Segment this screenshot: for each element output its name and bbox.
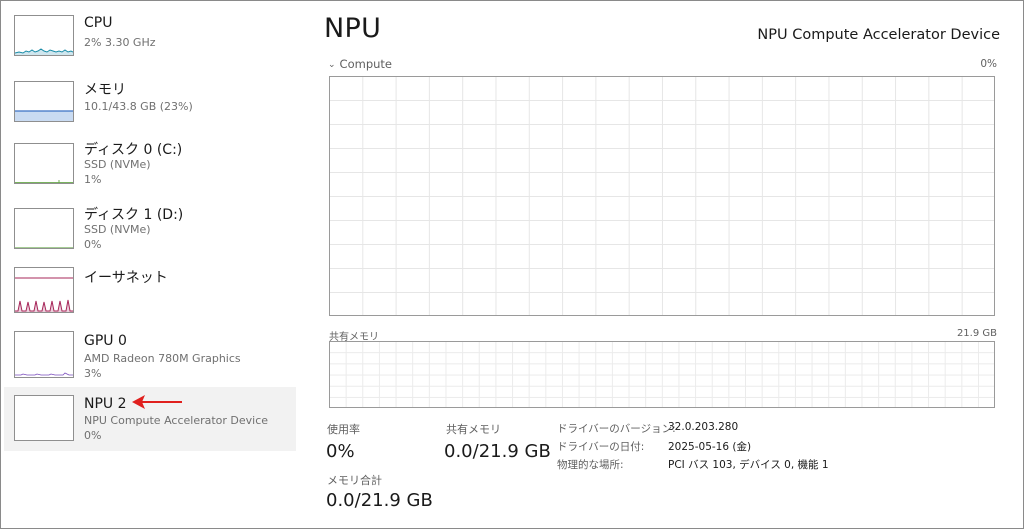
- sidebar-item-sub: SSD (NVMe): [84, 158, 151, 171]
- compute-label: Compute: [339, 57, 392, 71]
- sidebar-item-sub: 10.1/43.8 GB (23%): [84, 100, 193, 113]
- sidebar-item-gpu-0[interactable]: GPU 0 AMD Radeon 780M Graphics 3%: [4, 324, 296, 388]
- sidebar-item-title: ディスク 0 (C:): [84, 142, 183, 158]
- utilization-value: 0%: [326, 441, 355, 462]
- driver-version-value: 32.0.203.280: [668, 421, 739, 433]
- memory-graph-fill: [15, 111, 73, 121]
- sidebar-item-title: イーサネット: [84, 270, 168, 286]
- shared-memory-graph-max: 21.9 GB: [956, 328, 997, 339]
- total-memory-label: メモリ合計: [327, 474, 382, 487]
- sidebar-item-disk-0[interactable]: ディスク 0 (C:) SSD (NVMe) 1%: [4, 132, 296, 196]
- compute-usage-graph: [329, 76, 995, 316]
- physical-location-key: 物理的な場所:: [557, 459, 624, 471]
- sidebar-item-sub: 2% 3.30 GHz: [84, 36, 156, 49]
- physical-location-value: PCI バス 103, デバイス 0, 機能 1: [668, 459, 829, 471]
- sidebar-item-title: ディスク 1 (D:): [84, 207, 184, 223]
- disk-1-mini-graph: [14, 208, 74, 249]
- npu-2-mini-graph: [14, 395, 74, 441]
- driver-date-key: ドライバーの日付:: [557, 441, 645, 453]
- sidebar-item-sub: NPU Compute Accelerator Device: [84, 414, 269, 427]
- disk-0-mini-graph: [14, 143, 74, 184]
- sidebar-item-disk-1[interactable]: ディスク 1 (D:) SSD (NVMe) 0%: [4, 197, 296, 261]
- driver-version-key: ドライバーのバージョン:: [557, 423, 676, 435]
- sidebar-item-memory[interactable]: メモリ 10.1/43.8 GB (23%): [4, 70, 296, 134]
- shared-memory-value: 0.0/21.9 GB: [444, 441, 551, 462]
- sidebar-item-sub: 0%: [84, 238, 102, 251]
- compute-engine-selector[interactable]: ⌄ Compute: [328, 57, 392, 71]
- total-memory-value: 0.0/21.9 GB: [326, 490, 433, 511]
- compute-max-percent: 0%: [980, 58, 997, 70]
- ethernet-mini-graph: [14, 267, 74, 313]
- device-name: NPU Compute Accelerator Device: [757, 27, 1000, 43]
- sidebar-item-sub: 3%: [84, 367, 102, 380]
- sidebar-item-sub: 1%: [84, 173, 102, 186]
- sidebar-item-cpu[interactable]: CPU 2% 3.30 GHz: [4, 4, 296, 68]
- annotation-arrow-icon: [132, 393, 184, 415]
- memory-mini-graph: [14, 81, 74, 122]
- sidebar-item-title: NPU 2: [84, 396, 127, 412]
- page-title: NPU: [324, 13, 382, 44]
- sidebar-item-ethernet[interactable]: イーサネット: [4, 262, 296, 326]
- sidebar-item-sub: SSD (NVMe): [84, 223, 151, 236]
- sidebar-item-title: メモリ: [84, 82, 126, 98]
- sidebar-item-title: GPU 0: [84, 333, 127, 349]
- sidebar-item-sub: AMD Radeon 780M Graphics: [84, 352, 241, 365]
- sidebar-item-sub: 0%: [84, 429, 102, 442]
- chevron-down-icon: ⌄: [328, 60, 336, 70]
- sidebar: CPU 2% 3.30 GHz メモリ 10.1/43.8 GB (23%) デ…: [4, 4, 296, 524]
- ethernet-graph-fill: [15, 300, 73, 312]
- shared-memory-graph: [329, 341, 995, 408]
- cpu-mini-graph: [14, 15, 74, 56]
- utilization-label: 使用率: [327, 423, 360, 436]
- driver-date-value: 2025-05-16 (金): [668, 441, 752, 453]
- shared-memory-label: 共有メモリ: [446, 423, 501, 436]
- gpu-0-mini-graph: [14, 331, 74, 378]
- gpu-0-graph-line: [15, 372, 73, 376]
- sidebar-item-title: CPU: [84, 15, 113, 31]
